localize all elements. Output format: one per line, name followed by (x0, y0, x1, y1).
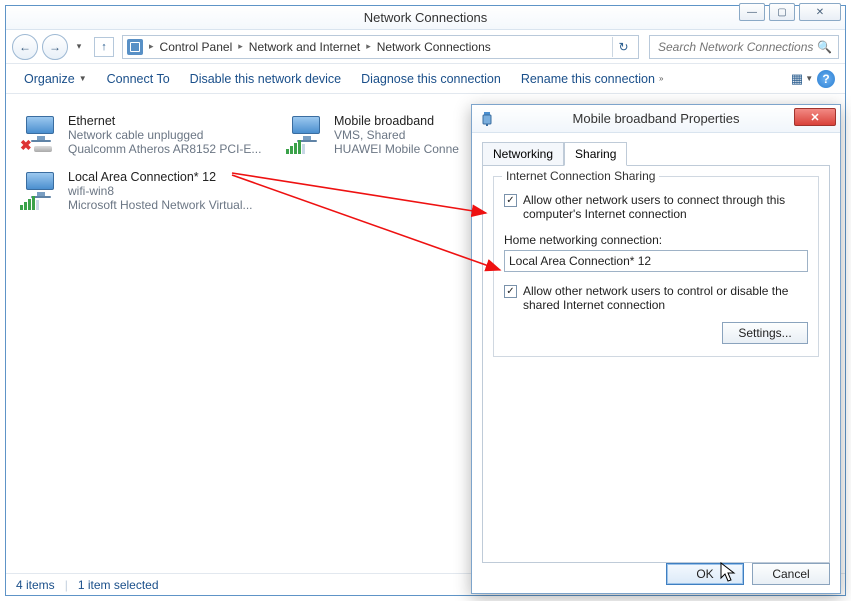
tab-sharing[interactable]: Sharing (564, 142, 627, 166)
tab-networking[interactable]: Networking (482, 142, 564, 166)
connection-name: Local Area Connection* 12 (68, 170, 253, 184)
signal-icon (20, 196, 39, 210)
up-button[interactable]: ↑ (94, 37, 114, 57)
breadcrumb-item[interactable]: Network Connections (373, 40, 495, 54)
nav-row: ← → ▾ ↑ ▸ Control Panel ▸ Network and In… (6, 30, 845, 64)
dialog-buttons: OK Cancel (666, 563, 830, 585)
connect-to-button[interactable]: Connect To (97, 64, 180, 93)
status-count: 4 items (16, 578, 55, 592)
home-connection-select[interactable] (504, 250, 808, 272)
close-button[interactable]: ✕ (799, 3, 841, 21)
help-button[interactable]: ? (815, 68, 837, 90)
rename-button[interactable]: Rename this connection » (511, 64, 674, 93)
status-selected: 1 item selected (78, 578, 159, 592)
view-options-button[interactable]: ▦▼ (791, 68, 813, 90)
connection-name: Ethernet (68, 114, 261, 128)
minimize-button[interactable]: — (739, 3, 765, 21)
chevron-right-icon: » (659, 74, 663, 83)
ics-group: Internet Connection Sharing Allow other … (493, 176, 819, 357)
history-dropdown[interactable]: ▾ (72, 40, 86, 54)
diagnose-button[interactable]: Diagnose this connection (351, 64, 511, 93)
disable-device-button[interactable]: Disable this network device (180, 64, 351, 93)
breadcrumb-sep: ▸ (149, 41, 154, 52)
connection-device: Microsoft Hosted Network Virtual... (68, 198, 253, 212)
toolbar: Organize ▼ Connect To Disable this networ… (6, 64, 845, 94)
search-input[interactable] (656, 39, 817, 55)
connection-item-local-area[interactable]: Local Area Connection* 12 wifi-win8 Micr… (20, 170, 270, 212)
unplugged-icon: ✖ (20, 137, 32, 154)
allow-connect-label: Allow other network users to connect thr… (523, 193, 808, 221)
dialog-tabs: Networking Sharing (472, 133, 840, 165)
breadcrumb-sep: ▸ (366, 41, 371, 52)
connection-device: HUAWEI Mobile Conne (334, 142, 459, 156)
rename-label: Rename this connection (521, 72, 655, 86)
dialog-title: Mobile broadband Properties (573, 111, 740, 126)
connection-status: wifi-win8 (68, 184, 253, 198)
connection-item-ethernet[interactable]: ✖ Ethernet Network cable unplugged Qualc… (20, 114, 270, 156)
back-button[interactable]: ← (12, 34, 38, 60)
tab-panel-sharing: Internet Connection Sharing Allow other … (482, 165, 830, 563)
dialog-close-button[interactable]: ✕ (794, 108, 836, 126)
refresh-button[interactable]: ↻ (612, 37, 634, 57)
search-box[interactable]: 🔍 (649, 35, 839, 59)
connection-status: VMS, Shared (334, 128, 459, 142)
search-icon: 🔍 (817, 40, 832, 54)
ethernet-icon: ✖ (20, 114, 60, 154)
properties-dialog: Mobile broadband Properties ✕ Networking… (471, 104, 841, 594)
allow-control-checkbox[interactable] (504, 285, 517, 298)
allow-connect-checkbox[interactable] (504, 194, 517, 207)
breadcrumb-item[interactable]: Control Panel (156, 40, 237, 54)
titlebar: Network Connections — ▢ ✕ (6, 6, 845, 30)
connection-status: Network cable unplugged (68, 128, 261, 142)
mobile-broadband-icon (286, 114, 326, 154)
window-buttons: — ▢ ✕ (739, 3, 841, 21)
connection-name: Mobile broadband (334, 114, 459, 128)
hosted-network-icon (20, 170, 60, 210)
organize-label: Organize (24, 72, 75, 86)
allow-control-label: Allow other network users to control or … (523, 284, 808, 312)
home-connection-label: Home networking connection: (504, 233, 662, 247)
settings-button[interactable]: Settings... (722, 322, 808, 344)
control-panel-icon (127, 39, 143, 55)
adapter-icon (480, 111, 494, 127)
window-title: Network Connections (364, 10, 488, 25)
ics-legend: Internet Connection Sharing (502, 169, 659, 183)
chevron-down-icon: ▼ (79, 74, 87, 83)
breadcrumb-item[interactable]: Network and Internet (245, 40, 364, 54)
forward-button[interactable]: → (42, 34, 68, 60)
organize-menu[interactable]: Organize ▼ (14, 64, 97, 93)
ok-button[interactable]: OK (666, 563, 744, 585)
breadcrumb-sep: ▸ (238, 41, 243, 52)
status-separator: | (65, 578, 68, 592)
help-icon: ? (817, 70, 835, 88)
signal-icon (286, 140, 305, 154)
connection-item-mobile-broadband[interactable]: Mobile broadband VMS, Shared HUAWEI Mobi… (286, 114, 486, 156)
dialog-titlebar: Mobile broadband Properties ✕ (472, 105, 840, 133)
maximize-button[interactable]: ▢ (769, 3, 795, 21)
breadcrumb[interactable]: ▸ Control Panel ▸ Network and Internet ▸… (122, 35, 639, 59)
connection-device: Qualcomm Atheros AR8152 PCI-E... (68, 142, 261, 156)
cancel-button[interactable]: Cancel (752, 563, 830, 585)
